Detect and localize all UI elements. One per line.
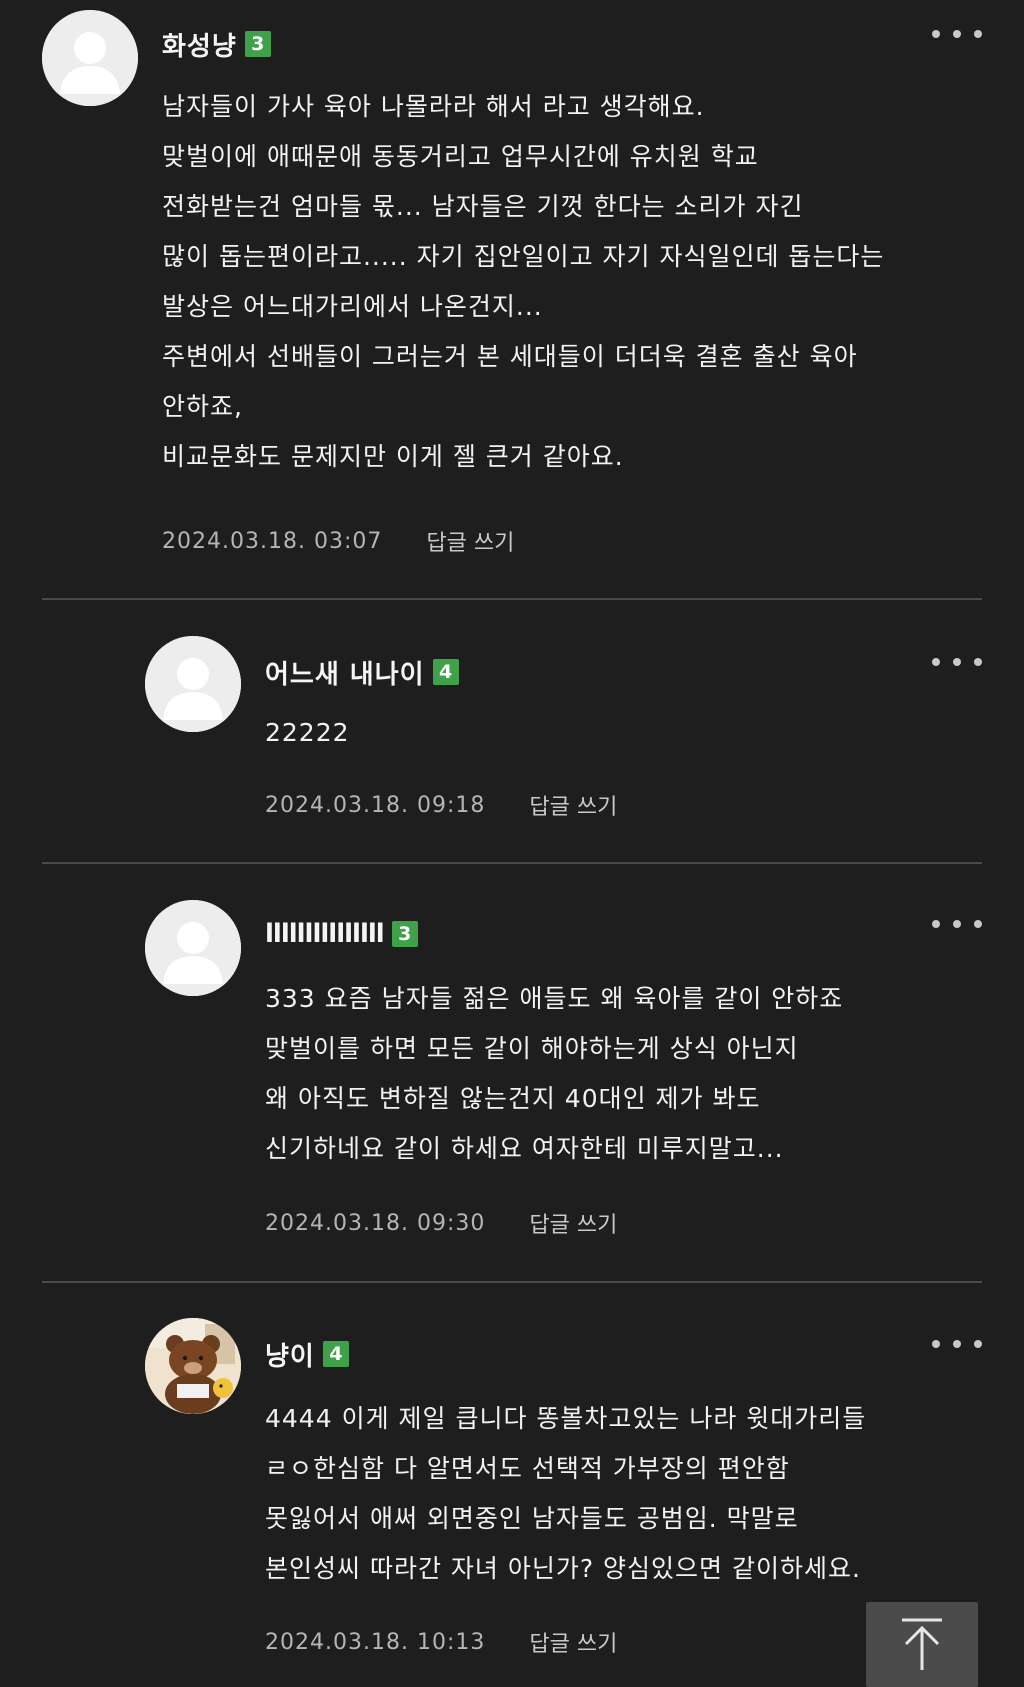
comment-date: 2024.03.18. 03:07 bbox=[162, 528, 383, 554]
comment-meta: 2024.03.18. 09:30 답글 쓰기 bbox=[265, 1207, 617, 1239]
more-options-button[interactable] bbox=[932, 650, 982, 674]
level-badge: 3 bbox=[244, 31, 271, 57]
author-row: lllllllllllllll 3 bbox=[265, 916, 418, 952]
comment-date: 2024.03.18. 10:13 bbox=[265, 1629, 486, 1655]
author-row: 화성냥 3 bbox=[162, 26, 271, 62]
arrow-up-to-top-icon bbox=[902, 1618, 942, 1670]
comment-meta: 2024.03.18. 10:13 답글 쓰기 bbox=[265, 1626, 617, 1658]
avatar[interactable] bbox=[145, 1318, 241, 1414]
more-horizontal-icon bbox=[932, 30, 940, 38]
comment-meta: 2024.03.18. 03:07 답글 쓰기 bbox=[162, 525, 514, 557]
author-name[interactable]: 어느새 내나이 bbox=[265, 654, 425, 691]
avatar[interactable] bbox=[145, 900, 241, 996]
default-profile-icon bbox=[145, 636, 241, 732]
avatar[interactable] bbox=[42, 10, 138, 106]
default-profile-icon bbox=[145, 900, 241, 996]
level-badge: 4 bbox=[432, 659, 459, 685]
reply-button[interactable]: 답글 쓰기 bbox=[529, 1207, 617, 1239]
author-name[interactable]: 냥이 bbox=[265, 1336, 315, 1373]
more-options-button[interactable] bbox=[932, 1332, 982, 1356]
author-row: 냥이 4 bbox=[265, 1336, 349, 1372]
more-horizontal-icon bbox=[932, 920, 940, 928]
default-profile-icon bbox=[42, 10, 138, 106]
comment-date: 2024.03.18. 09:30 bbox=[265, 1210, 486, 1236]
level-badge: 3 bbox=[391, 921, 418, 947]
divider bbox=[42, 598, 982, 600]
more-options-button[interactable] bbox=[932, 22, 982, 46]
author-row: 어느새 내나이 4 bbox=[265, 654, 459, 690]
comment-text: 333 요즘 남자들 젊은 애들도 왜 육아를 같이 안하죠 맞벌이를 하면 모… bbox=[265, 984, 844, 1163]
comment-text: 남자들이 가사 육아 나몰라라 해서 라고 생각해요. 맞벌이에 애때문애 동동… bbox=[162, 92, 885, 471]
reply-button[interactable]: 답글 쓰기 bbox=[529, 1626, 617, 1658]
divider bbox=[42, 1281, 982, 1283]
comment-date: 2024.03.18. 09:18 bbox=[265, 792, 486, 818]
reply-button[interactable]: 답글 쓰기 bbox=[529, 789, 617, 821]
comment-meta: 2024.03.18. 09:18 답글 쓰기 bbox=[265, 789, 617, 821]
avatar[interactable] bbox=[145, 636, 241, 732]
more-horizontal-icon bbox=[932, 658, 940, 666]
divider bbox=[42, 862, 982, 864]
more-options-button[interactable] bbox=[932, 912, 982, 936]
comment-text: 4444 이게 제일 큽니다 똥볼차고있는 나라 윗대가리들 ㄹㅇ한심함 다 알… bbox=[265, 1404, 867, 1583]
level-badge: 4 bbox=[322, 1341, 349, 1367]
reply-button[interactable]: 답글 쓰기 bbox=[426, 525, 514, 557]
author-name[interactable]: 화성냥 bbox=[162, 26, 237, 63]
more-horizontal-icon bbox=[932, 1340, 940, 1348]
author-name[interactable]: lllllllllllllll bbox=[265, 919, 385, 949]
scroll-to-top-button[interactable] bbox=[866, 1602, 978, 1687]
comment-text: 22222 bbox=[265, 718, 350, 747]
brown-bear-avatar-icon bbox=[145, 1318, 241, 1414]
